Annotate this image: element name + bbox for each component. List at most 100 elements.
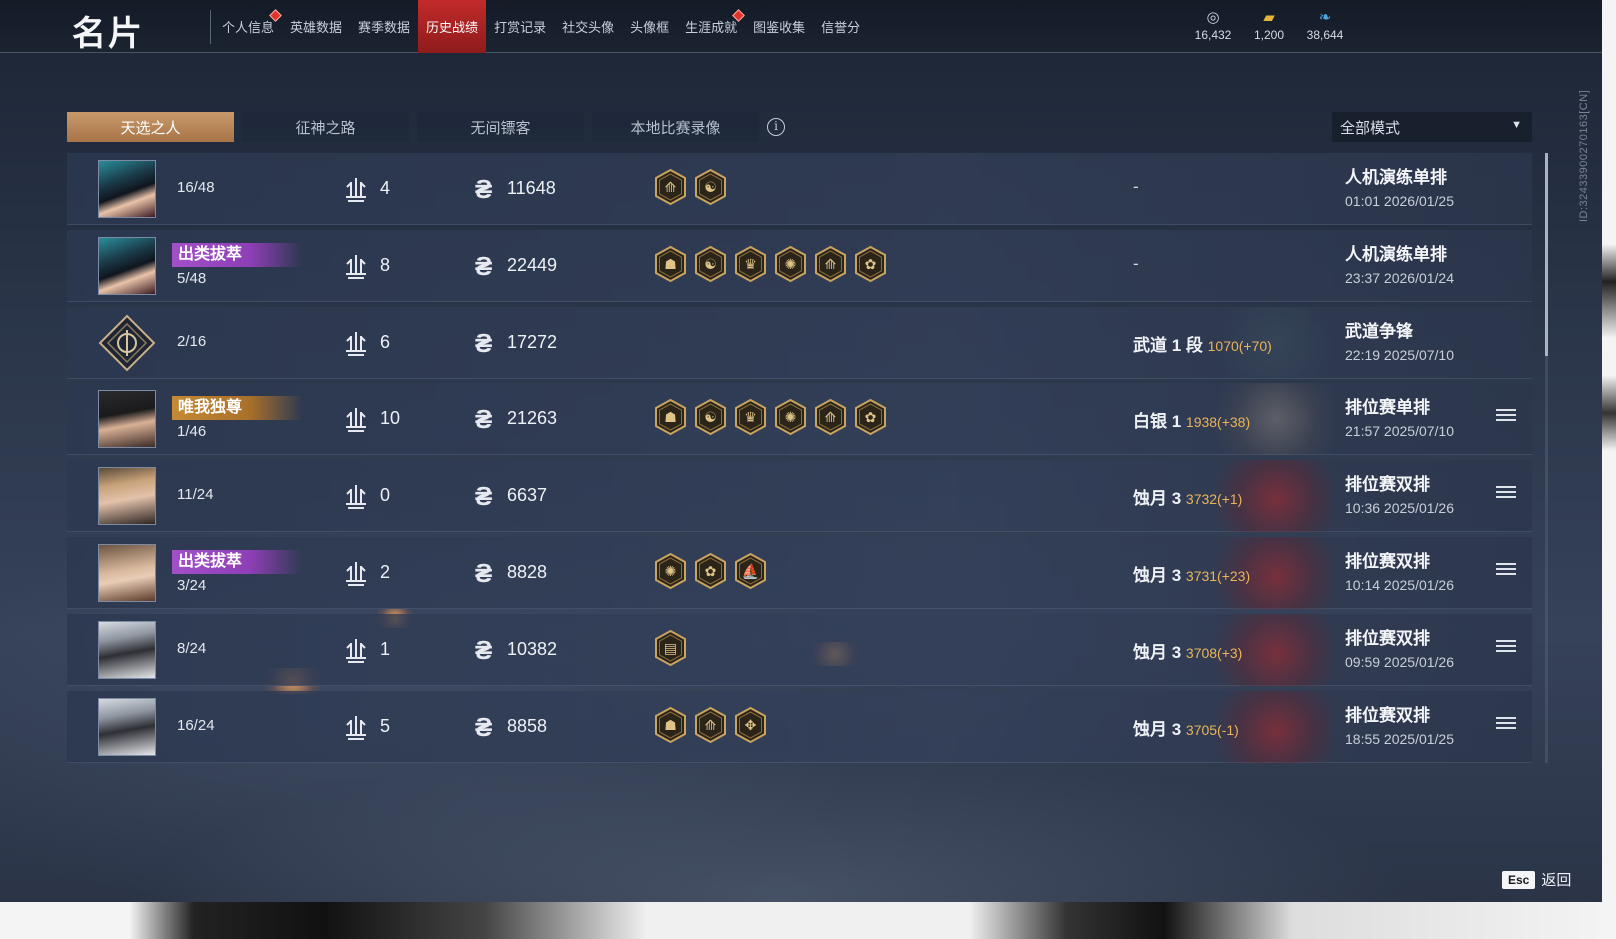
match-row[interactable]: 8/24 1 ₴ 10382 ▤ 蚀月 3 3708(+3) 排位赛双排 09:59 2025… — [67, 613, 1532, 686]
nav-tab[interactable]: 个人信息 — [214, 0, 282, 53]
dragon-medal-icon[interactable]: ☯ — [693, 168, 728, 206]
svg-text:☗: ☗ — [664, 410, 677, 426]
kills-value: 10 — [380, 408, 401, 429]
nav-tab[interactable]: 英雄数据 — [282, 0, 350, 53]
svg-text:☗: ☗ — [664, 718, 677, 734]
kills-icon — [342, 175, 370, 203]
rank-tier: 蚀月 3 3731(+23) — [1133, 561, 1250, 586]
details-list-icon[interactable] — [1496, 562, 1516, 581]
svg-text:⟰: ⟰ — [825, 257, 837, 273]
back-label: 返回 — [1541, 872, 1572, 889]
nav-tab[interactable]: 图鉴收集 — [745, 0, 813, 53]
mask-medal-icon[interactable]: ☗ — [653, 706, 688, 744]
placement-rank: 5/48 — [177, 269, 207, 287]
kills-value: 6 — [380, 331, 391, 352]
info-icon[interactable]: i — [767, 118, 785, 136]
placement-rank: 16/24 — [177, 716, 215, 734]
mask-medal-icon[interactable]: ☗ — [653, 245, 688, 283]
match-row[interactable]: 16/24 5 ₴ 8858 ☗ ⟰ ✥ 蚀月 3 3705(-1) 排位赛双排 18:55 20… — [67, 690, 1532, 763]
nav-tab[interactable]: 历史战绩 — [418, 0, 487, 53]
crown-medal-icon[interactable]: ♛ — [733, 245, 768, 283]
spear-medal-icon[interactable]: ⟰ — [653, 168, 688, 206]
svg-text:✿: ✿ — [865, 410, 877, 426]
nav-tab-label: 个人信息 — [222, 20, 275, 35]
match-row[interactable]: 16/48 4 ₴ 11648 ⟰ ☯ - 人机演练单排 01:01 2026/01/25 — [67, 153, 1532, 225]
svg-text:♛: ♛ — [744, 410, 757, 426]
medal-list: ▤ — [653, 629, 688, 667]
currency-value: 16,432 — [1194, 28, 1232, 42]
dragon-medal-icon[interactable]: ☯ — [693, 398, 728, 436]
wings-medal-icon[interactable]: ✥ — [733, 706, 768, 744]
lotus-medal-icon[interactable]: ✿ — [853, 245, 888, 283]
rank-tier: 蚀月 3 3732(+1) — [1133, 484, 1242, 509]
details-list-icon[interactable] — [1496, 409, 1516, 427]
match-row[interactable]: 出类拔萃 5/48 8 ₴ 22449 ☗ ☯ ♛ ✺ ⟰ ✿ - 人机演练单排 23:37 2026/0… — [67, 229, 1532, 302]
details-list-icon[interactable] — [1496, 639, 1516, 658]
placement-rank: 2/16 — [177, 332, 207, 350]
nav-tab[interactable]: 生涯成就 — [677, 0, 745, 53]
hero-portrait — [99, 391, 155, 448]
mask-medal-icon[interactable]: ☗ — [653, 398, 688, 436]
back-button[interactable]: Esc 返回 — [1502, 869, 1571, 890]
phoenix-medal-icon[interactable]: ✺ — [773, 398, 808, 436]
placement-rank: 16/48 — [177, 179, 215, 196]
mode-tab[interactable]: 天选之人 — [67, 112, 234, 142]
match-mode: 人机演练单排 — [1345, 168, 1447, 187]
nav-tab[interactable]: 赛季数据 — [350, 0, 418, 53]
match-row[interactable]: 唯我独尊 1/46 10 ₴ 21263 ☗ ☯ ♛ ✺ ⟰ ✿ 白银 1 1938(+38) 排位赛单… — [67, 383, 1532, 456]
svg-text:✺: ✺ — [785, 410, 797, 426]
svg-text:⟰: ⟰ — [705, 718, 717, 734]
rank-tier-name: 蚀月 3 — [1133, 489, 1186, 509]
scroll-medal-icon[interactable]: ▤ — [653, 629, 688, 667]
dragon-medal-icon[interactable]: ☯ — [693, 245, 728, 283]
nav-tab[interactable]: 打赏记录 — [486, 0, 554, 53]
phoenix-medal-icon[interactable]: ✺ — [773, 245, 808, 283]
rank-points: 3731(+23) — [1185, 567, 1251, 584]
svg-text:☯: ☯ — [704, 257, 717, 273]
nav-tab-label: 生涯成就 — [685, 20, 738, 35]
nav-tab[interactable]: 社交头像 — [554, 0, 622, 53]
nav-tab[interactable]: 头像框 — [622, 0, 677, 53]
kills-value: 5 — [380, 715, 391, 736]
score-icon: ₴ — [475, 174, 493, 204]
crown-medal-icon[interactable]: ♛ — [733, 398, 768, 436]
kills-icon — [342, 329, 370, 357]
svg-text:✺: ✺ — [665, 564, 677, 580]
match-mode: 排位赛单排 — [1345, 398, 1430, 418]
kills-value: 2 — [380, 561, 391, 582]
match-time: 21:57 2025/07/10 — [1345, 423, 1454, 440]
match-row[interactable]: 2/16 6 ₴ 17272 武道 1 段 1070(+70) 武道争锋 22:19 202… — [67, 306, 1532, 379]
match-history-list: 16/48 4 ₴ 11648 ⟰ ☯ - 人机演练单排 01:01 2026/01/25 出类拔… — [67, 153, 1532, 767]
esc-key-hint: Esc — [1502, 870, 1536, 889]
lotus-medal-icon[interactable]: ✿ — [853, 398, 888, 436]
spear-medal-icon[interactable]: ⟰ — [693, 706, 728, 744]
currency-item: ◎ 16,432 — [1192, 8, 1234, 42]
details-list-icon[interactable] — [1496, 486, 1516, 504]
rank-points: 1938(+38) — [1185, 414, 1251, 431]
rank-tier-name: 蚀月 3 — [1133, 565, 1186, 585]
match-row[interactable]: 出类拔萃 3/24 2 ₴ 8828 ✺ ✿ ⛵ 蚀月 3 3731(+23) 排位赛双排 10:1… — [67, 536, 1532, 609]
scrollbar-thumb[interactable] — [1545, 153, 1548, 356]
match-time: 09:59 2025/01/26 — [1345, 653, 1454, 670]
phoenix-medal-icon[interactable]: ✺ — [653, 552, 688, 590]
spear-medal-icon[interactable]: ⟰ — [813, 245, 848, 283]
mode-filter-select[interactable]: 全部模式 ▼ — [1332, 112, 1532, 142]
spear-medal-icon[interactable]: ⟰ — [813, 398, 848, 436]
medal-list: ⟰ ☯ — [653, 168, 728, 206]
kills-value: 8 — [380, 254, 391, 275]
kills-icon — [342, 713, 370, 741]
score-icon: ₴ — [475, 404, 493, 435]
match-time: 10:14 2025/01/26 — [1345, 576, 1454, 593]
nav-tab[interactable]: 信誉分 — [813, 0, 868, 53]
lotus-medal-icon[interactable]: ✿ — [693, 552, 728, 590]
ship-medal-icon[interactable]: ⛵ — [733, 552, 768, 590]
svg-text:⟰: ⟰ — [665, 180, 677, 196]
mode-tab[interactable]: 本地比赛录像 — [592, 112, 759, 142]
details-list-icon[interactable] — [1496, 716, 1516, 735]
mode-tab[interactable]: 征神之路 — [242, 112, 409, 142]
match-row[interactable]: 11/24 0 ₴ 6637 蚀月 3 3732(+1) 排位赛双排 10:36 2025/… — [67, 460, 1532, 533]
background-edge-strip — [1602, 0, 1616, 939]
score-value: 8858 — [507, 715, 548, 736]
mode-tab[interactable]: 无间镖客 — [417, 112, 584, 142]
svg-text:♛: ♛ — [744, 257, 757, 273]
